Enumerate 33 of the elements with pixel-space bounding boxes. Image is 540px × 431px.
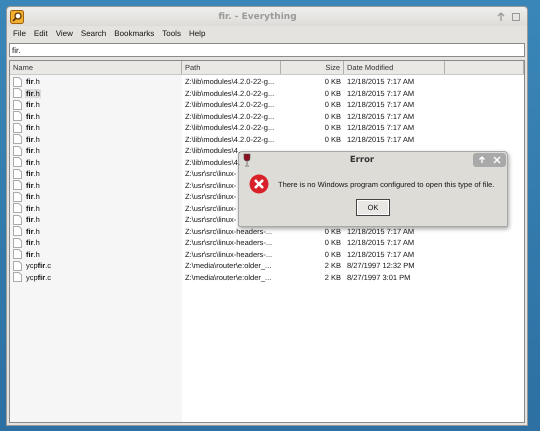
- file-icon: [13, 168, 22, 179]
- menu-item[interactable]: Bookmarks: [110, 29, 158, 38]
- magnifier-icon[interactable]: [10, 10, 24, 24]
- file-icon: [13, 249, 22, 260]
- file-icon: [13, 180, 22, 190]
- close-icon[interactable]: [493, 156, 501, 164]
- file-icon: [13, 226, 22, 236]
- menu-item[interactable]: Edit: [30, 29, 52, 38]
- search-field[interactable]: fir.: [9, 43, 525, 57]
- file-icon: [13, 111, 22, 122]
- file-icon: [13, 100, 22, 110]
- file-icon: [13, 134, 22, 144]
- menu-item[interactable]: File: [9, 29, 30, 38]
- file-icon: [13, 238, 22, 248]
- menu-item[interactable]: Help: [184, 29, 210, 38]
- menu-item[interactable]: Search: [76, 29, 110, 38]
- wine-glass-icon: [243, 153, 251, 167]
- menu-item[interactable]: Tools: [158, 29, 185, 38]
- file-icon: [13, 214, 22, 225]
- file-icon: [13, 146, 22, 156]
- file-icon: [13, 260, 22, 271]
- file-icon: [13, 272, 22, 282]
- file-icon: [13, 157, 22, 168]
- file-icon: [13, 192, 22, 202]
- maximize-icon[interactable]: [511, 12, 521, 22]
- menu-item[interactable]: View: [52, 29, 77, 38]
- error-icon: [249, 174, 269, 194]
- file-icon: [13, 122, 22, 133]
- window-title: fir. - Everything: [217, 12, 298, 22]
- file-icon: [13, 88, 22, 98]
- arrow-up-icon[interactable]: [496, 12, 506, 22]
- file-icon: [13, 203, 22, 214]
- dialog-title: Error: [348, 155, 376, 165]
